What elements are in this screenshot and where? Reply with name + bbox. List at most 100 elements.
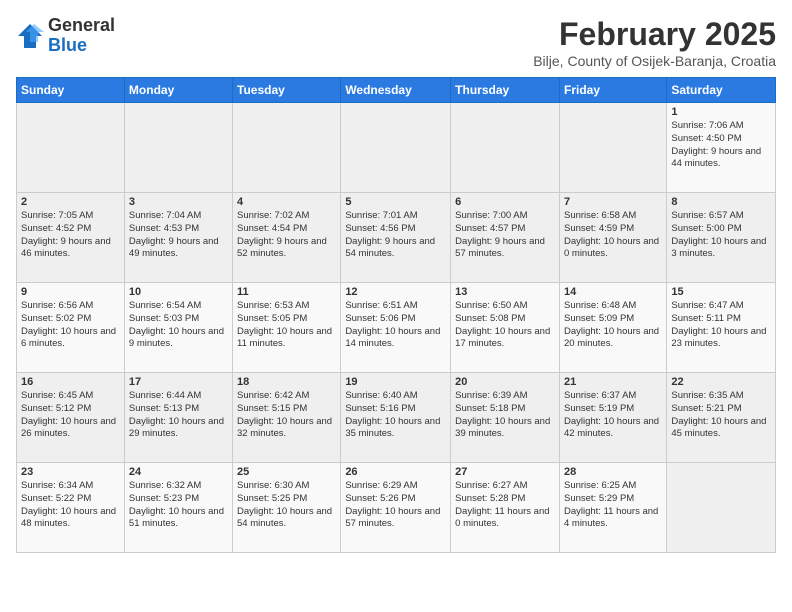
weekday-header-wednesday: Wednesday (341, 78, 451, 103)
day-number: 8 (671, 196, 771, 208)
weekday-header-tuesday: Tuesday (233, 78, 341, 103)
logo-blue-text: Blue (48, 35, 87, 55)
day-info: Sunrise: 6:42 AM Sunset: 5:15 PM Dayligh… (237, 390, 336, 441)
day-info: Sunrise: 6:40 AM Sunset: 5:16 PM Dayligh… (345, 390, 446, 441)
calendar-cell: 18 Sunrise: 6:42 AM Sunset: 5:15 PM Dayli… (233, 373, 341, 463)
day-number: 4 (237, 196, 336, 208)
day-number: 12 (345, 286, 446, 298)
day-info: Sunrise: 6:51 AM Sunset: 5:06 PM Dayligh… (345, 300, 446, 351)
day-info: Sunrise: 7:04 AM Sunset: 4:53 PM Dayligh… (129, 210, 228, 261)
day-info: Sunrise: 7:05 AM Sunset: 4:52 PM Dayligh… (21, 210, 120, 261)
calendar-week-1: 1 Sunrise: 7:06 AM Sunset: 4:50 PM Daylig… (17, 103, 776, 193)
day-number: 10 (129, 286, 228, 298)
calendar-cell: 6Sunrise: 7:00 AM Sunset: 4:57 PM Daylig… (451, 193, 560, 283)
day-number: 1 (671, 106, 771, 118)
day-number: 15 (671, 286, 771, 298)
day-info: Sunrise: 6:44 AM Sunset: 5:13 PM Dayligh… (129, 390, 228, 441)
day-info: Sunrise: 7:06 AM Sunset: 4:50 PM Dayligh… (671, 120, 771, 171)
calendar-cell: 14 Sunrise: 6:48 AM Sunset: 5:09 PM Dayli… (559, 283, 666, 373)
day-info: Sunrise: 6:29 AM Sunset: 5:26 PM Dayligh… (345, 480, 446, 531)
calendar-cell: 3 Sunrise: 7:04 AM Sunset: 4:53 PM Daylig… (124, 193, 232, 283)
day-info: Sunrise: 6:47 AM Sunset: 5:11 PM Dayligh… (671, 300, 771, 351)
calendar-cell: 8 Sunrise: 6:57 AM Sunset: 5:00 PM Daylig… (667, 193, 776, 283)
day-number: 16 (21, 376, 120, 388)
calendar-cell: 19 Sunrise: 6:40 AM Sunset: 5:16 PM Dayli… (341, 373, 451, 463)
day-number: 25 (237, 466, 336, 478)
weekday-header-sunday: Sunday (17, 78, 125, 103)
calendar-cell (451, 103, 560, 193)
calendar-cell: 7 Sunrise: 6:58 AM Sunset: 4:59 PM Daylig… (559, 193, 666, 283)
calendar-cell: 25 Sunrise: 6:30 AM Sunset: 5:25 PM Dayli… (233, 463, 341, 553)
calendar-cell: 23Sunrise: 6:34 AM Sunset: 5:22 PM Dayli… (17, 463, 125, 553)
calendar-cell: 22Sunrise: 6:35 AM Sunset: 5:21 PM Dayli… (667, 373, 776, 463)
calendar-cell: 9Sunrise: 6:56 AM Sunset: 5:02 PM Daylig… (17, 283, 125, 373)
calendar-cell: 5 Sunrise: 7:01 AM Sunset: 4:56 PM Daylig… (341, 193, 451, 283)
day-info: Sunrise: 6:27 AM Sunset: 5:28 PM Dayligh… (455, 480, 555, 531)
day-number: 5 (345, 196, 446, 208)
page-header: General Blue February 2025 Bilje, County… (16, 16, 776, 69)
calendar-week-5: 23Sunrise: 6:34 AM Sunset: 5:22 PM Dayli… (17, 463, 776, 553)
day-info: Sunrise: 6:35 AM Sunset: 5:21 PM Dayligh… (671, 390, 771, 441)
calendar-cell: 20Sunrise: 6:39 AM Sunset: 5:18 PM Dayli… (451, 373, 560, 463)
weekday-header-thursday: Thursday (451, 78, 560, 103)
calendar-cell (667, 463, 776, 553)
title-block: February 2025 Bilje, County of Osijek-Ba… (533, 16, 776, 69)
day-number: 17 (129, 376, 228, 388)
calendar-cell: 12 Sunrise: 6:51 AM Sunset: 5:06 PM Dayli… (341, 283, 451, 373)
calendar-cell: 10 Sunrise: 6:54 AM Sunset: 5:03 PM Dayli… (124, 283, 232, 373)
calendar-cell (559, 103, 666, 193)
calendar-cell: 28 Sunrise: 6:25 AM Sunset: 5:29 PM Dayli… (559, 463, 666, 553)
calendar-cell: 15 Sunrise: 6:47 AM Sunset: 5:11 PM Dayli… (667, 283, 776, 373)
day-number: 18 (237, 376, 336, 388)
day-number: 27 (455, 466, 555, 478)
day-number: 7 (564, 196, 662, 208)
calendar-cell: 2 Sunrise: 7:05 AM Sunset: 4:52 PM Daylig… (17, 193, 125, 283)
day-number: 3 (129, 196, 228, 208)
day-number: 28 (564, 466, 662, 478)
calendar-week-4: 16 Sunrise: 6:45 AM Sunset: 5:12 PM Dayli… (17, 373, 776, 463)
calendar-cell: 24 Sunrise: 6:32 AM Sunset: 5:23 PM Dayli… (124, 463, 232, 553)
calendar-cell: 13 Sunrise: 6:50 AM Sunset: 5:08 PM Dayli… (451, 283, 560, 373)
weekday-header-saturday: Saturday (667, 78, 776, 103)
day-info: Sunrise: 7:02 AM Sunset: 4:54 PM Dayligh… (237, 210, 336, 261)
day-info: Sunrise: 6:32 AM Sunset: 5:23 PM Dayligh… (129, 480, 228, 531)
day-info: Sunrise: 6:45 AM Sunset: 5:12 PM Dayligh… (21, 390, 120, 441)
day-info: Sunrise: 6:57 AM Sunset: 5:00 PM Dayligh… (671, 210, 771, 261)
day-number: 14 (564, 286, 662, 298)
logo: General Blue (16, 16, 115, 56)
calendar-cell: 27 Sunrise: 6:27 AM Sunset: 5:28 PM Dayli… (451, 463, 560, 553)
day-info: Sunrise: 6:30 AM Sunset: 5:25 PM Dayligh… (237, 480, 336, 531)
day-info: Sunrise: 6:53 AM Sunset: 5:05 PM Dayligh… (237, 300, 336, 351)
calendar-cell (124, 103, 232, 193)
day-number: 13 (455, 286, 555, 298)
location-text: Bilje, County of Osijek-Baranja, Croatia (533, 53, 776, 69)
day-number: 23 (21, 466, 120, 478)
day-info: Sunrise: 6:58 AM Sunset: 4:59 PM Dayligh… (564, 210, 662, 261)
day-info: Sunrise: 6:37 AM Sunset: 5:19 PM Dayligh… (564, 390, 662, 441)
calendar-cell (233, 103, 341, 193)
day-info: Sunrise: 7:01 AM Sunset: 4:56 PM Dayligh… (345, 210, 446, 261)
day-number: 19 (345, 376, 446, 388)
month-title: February 2025 (533, 16, 776, 53)
day-number: 2 (21, 196, 120, 208)
calendar-cell: 26Sunrise: 6:29 AM Sunset: 5:26 PM Dayli… (341, 463, 451, 553)
weekday-header-row: SundayMondayTuesdayWednesdayThursdayFrid… (17, 78, 776, 103)
calendar-week-3: 9Sunrise: 6:56 AM Sunset: 5:02 PM Daylig… (17, 283, 776, 373)
day-info: Sunrise: 6:50 AM Sunset: 5:08 PM Dayligh… (455, 300, 555, 351)
calendar-table: SundayMondayTuesdayWednesdayThursdayFrid… (16, 77, 776, 553)
day-number: 21 (564, 376, 662, 388)
calendar-cell (17, 103, 125, 193)
logo-icon (16, 22, 44, 50)
day-number: 24 (129, 466, 228, 478)
day-info: Sunrise: 6:54 AM Sunset: 5:03 PM Dayligh… (129, 300, 228, 351)
day-number: 11 (237, 286, 336, 298)
day-info: Sunrise: 6:25 AM Sunset: 5:29 PM Dayligh… (564, 480, 662, 531)
calendar-cell: 4 Sunrise: 7:02 AM Sunset: 4:54 PM Daylig… (233, 193, 341, 283)
day-number: 6 (455, 196, 555, 208)
weekday-header-friday: Friday (559, 78, 666, 103)
calendar-cell (341, 103, 451, 193)
calendar-cell: 16 Sunrise: 6:45 AM Sunset: 5:12 PM Dayli… (17, 373, 125, 463)
day-number: 9 (21, 286, 120, 298)
calendar-week-2: 2 Sunrise: 7:05 AM Sunset: 4:52 PM Daylig… (17, 193, 776, 283)
day-info: Sunrise: 6:48 AM Sunset: 5:09 PM Dayligh… (564, 300, 662, 351)
